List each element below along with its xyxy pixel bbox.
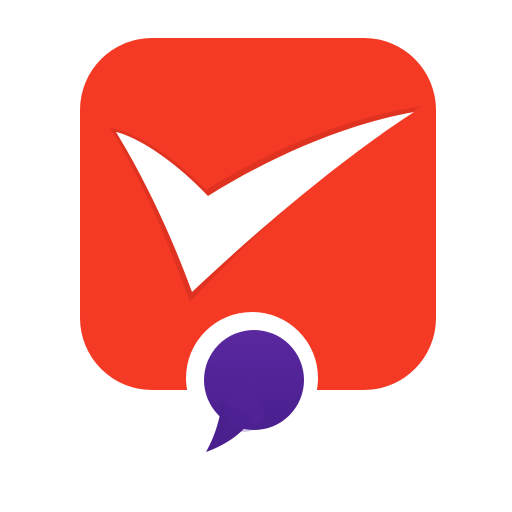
app-icon-canvas [0,0,512,512]
app-logo [80,38,436,452]
